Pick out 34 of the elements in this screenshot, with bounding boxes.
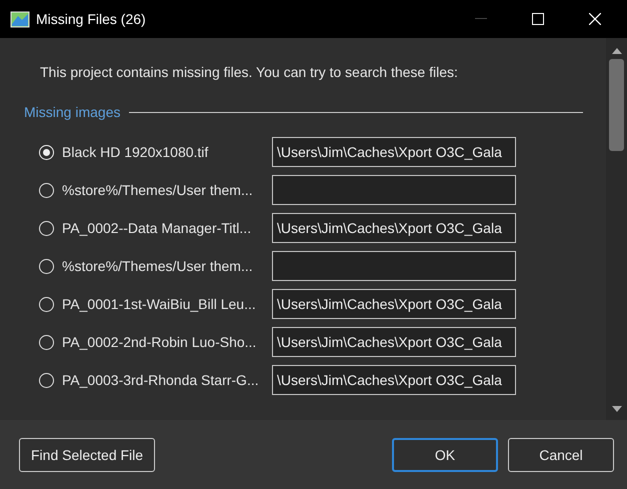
cancel-button[interactable]: Cancel [508, 438, 614, 472]
file-name: PA_0001-1st-WaiBiu_Bill Leu... [62, 296, 257, 312]
close-icon[interactable] [589, 13, 601, 25]
file-name: PA_0003-3rd-Rhonda Starr-G... [62, 372, 260, 388]
scroll-thumb[interactable] [609, 59, 624, 151]
radio-button[interactable] [39, 220, 54, 236]
app-icon [10, 10, 30, 28]
radio-button[interactable] [39, 144, 54, 160]
file-name: Black HD 1920x1080.tif [62, 144, 210, 160]
window-title: Missing Files (26) [36, 11, 146, 27]
file-name: PA_0002-2nd-Robin Luo-Sho... [62, 334, 258, 350]
scroll-down-icon[interactable] [612, 406, 622, 412]
path-field[interactable]: \Users\Jim\Caches\Xport O3C_Gala [272, 213, 516, 243]
radio-button[interactable] [39, 372, 54, 388]
ok-button[interactable]: OK [392, 438, 498, 472]
scrollbar[interactable] [606, 38, 627, 420]
path-field[interactable] [272, 251, 516, 281]
section-title: Missing images [24, 104, 120, 120]
path-field[interactable] [272, 175, 516, 205]
radio-button[interactable] [39, 296, 54, 312]
radio-button[interactable] [39, 334, 54, 350]
scroll-up-icon[interactable] [612, 48, 622, 54]
path-field[interactable]: \Users\Jim\Caches\Xport O3C_Gala [272, 327, 516, 357]
path-field[interactable]: \Users\Jim\Caches\Xport O3C_Gala [272, 137, 516, 167]
path-field[interactable]: \Users\Jim\Caches\Xport O3C_Gala [272, 289, 516, 319]
path-field[interactable]: \Users\Jim\Caches\Xport O3C_Gala [272, 365, 516, 395]
file-name: %store%/Themes/User them... [62, 182, 254, 198]
file-name: PA_0002--Data Manager-Titl... [62, 220, 252, 236]
maximize-icon[interactable] [532, 13, 544, 25]
radio-button[interactable] [39, 258, 54, 274]
intro-text: This project contains missing files. You can try to search these files: [40, 63, 459, 82]
file-name: %store%/Themes/User them... [62, 258, 254, 274]
find-selected-file-button[interactable]: Find Selected File [19, 438, 156, 472]
radio-button[interactable] [39, 182, 54, 198]
